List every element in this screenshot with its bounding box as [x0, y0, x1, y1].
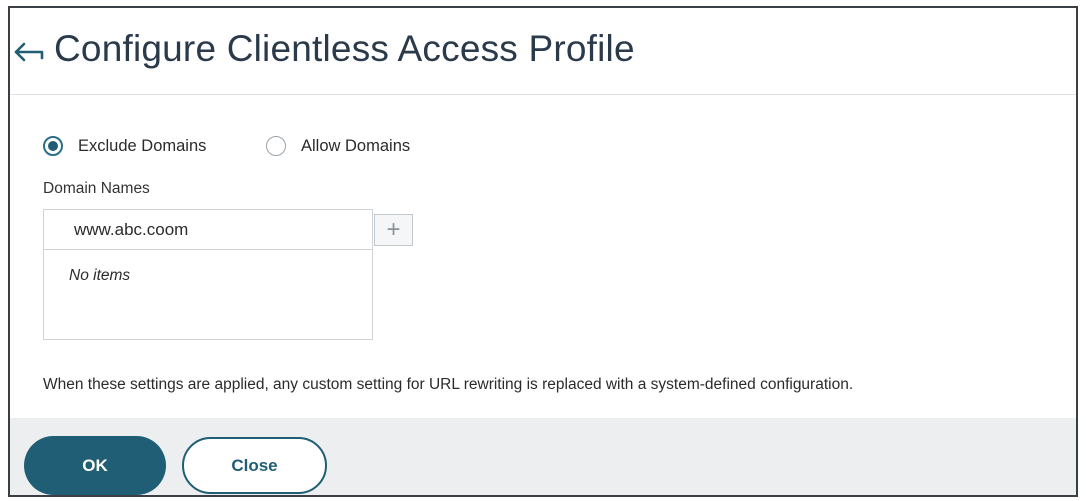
close-button[interactable]: Close	[182, 437, 327, 494]
back-arrow-icon[interactable]	[12, 37, 46, 67]
rewrite-note: When these settings are applied, any cus…	[43, 376, 854, 393]
radio-selected-icon[interactable]	[43, 136, 63, 156]
dialog-header: Configure Clientless Access Profile	[10, 8, 1076, 95]
empty-list-text: No items	[69, 267, 131, 284]
allow-domains-label: Allow Domains	[301, 136, 411, 155]
plus-icon: +	[386, 216, 401, 243]
add-domain-button[interactable]: +	[374, 214, 413, 246]
domain-names-list: No items	[43, 209, 373, 340]
exclude-domains-label: Exclude Domains	[78, 136, 207, 155]
exclude-domains-radio[interactable]: Exclude Domains	[43, 134, 206, 158]
dialog-footer: OK Close	[10, 418, 1076, 495]
ok-button[interactable]: OK	[24, 436, 166, 495]
dialog-frame: Configure Clientless Access Profile Excl…	[8, 6, 1078, 497]
domain-name-input[interactable]	[44, 210, 372, 250]
allow-domains-radio[interactable]: Allow Domains	[266, 134, 410, 158]
domain-names-label: Domain Names	[43, 180, 150, 197]
radio-unselected-icon[interactable]	[266, 136, 286, 156]
page-title: Configure Clientless Access Profile	[54, 28, 635, 69]
